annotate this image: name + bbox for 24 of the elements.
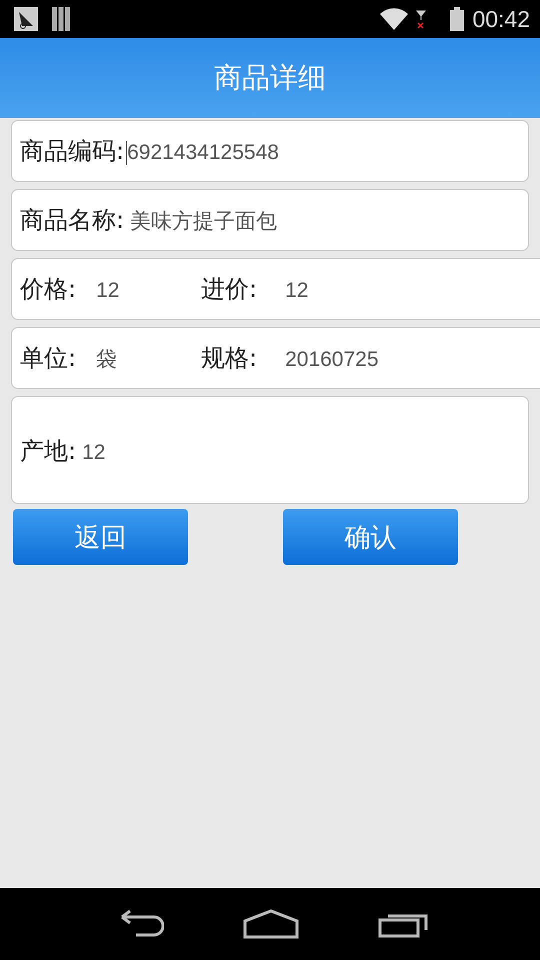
field-label: 进价: [201, 274, 258, 305]
bars-icon [52, 7, 70, 31]
battery-icon [450, 7, 464, 31]
notification-icon [14, 7, 38, 31]
field-label: 商品名称: [20, 205, 124, 236]
field-label: 产地: [20, 436, 76, 467]
field-value[interactable]: 12 [76, 279, 120, 303]
field-value[interactable]: 袋 [76, 345, 118, 373]
signal-icon [416, 9, 426, 29]
clock: 00:42 [472, 6, 530, 32]
home-icon[interactable] [242, 909, 299, 939]
field-value[interactable]: 12 [257, 279, 308, 303]
field-value[interactable]: 6921434125548 [126, 141, 279, 165]
field-label: 商品编码: [20, 136, 124, 167]
action-button[interactable]: 确认 [283, 509, 458, 565]
field-value[interactable]: 12 [76, 441, 106, 465]
field-label: 规格: [201, 343, 258, 374]
field-value[interactable]: 美味方提子面包 [124, 207, 278, 235]
page-title: 商品详细 [214, 60, 326, 96]
wifi-icon [380, 8, 408, 30]
field-value[interactable]: 20160725 [257, 348, 379, 372]
action-button[interactable]: 返回 [13, 509, 188, 565]
field-label: 单位: [20, 343, 76, 374]
field-label: 价格: [20, 274, 76, 305]
